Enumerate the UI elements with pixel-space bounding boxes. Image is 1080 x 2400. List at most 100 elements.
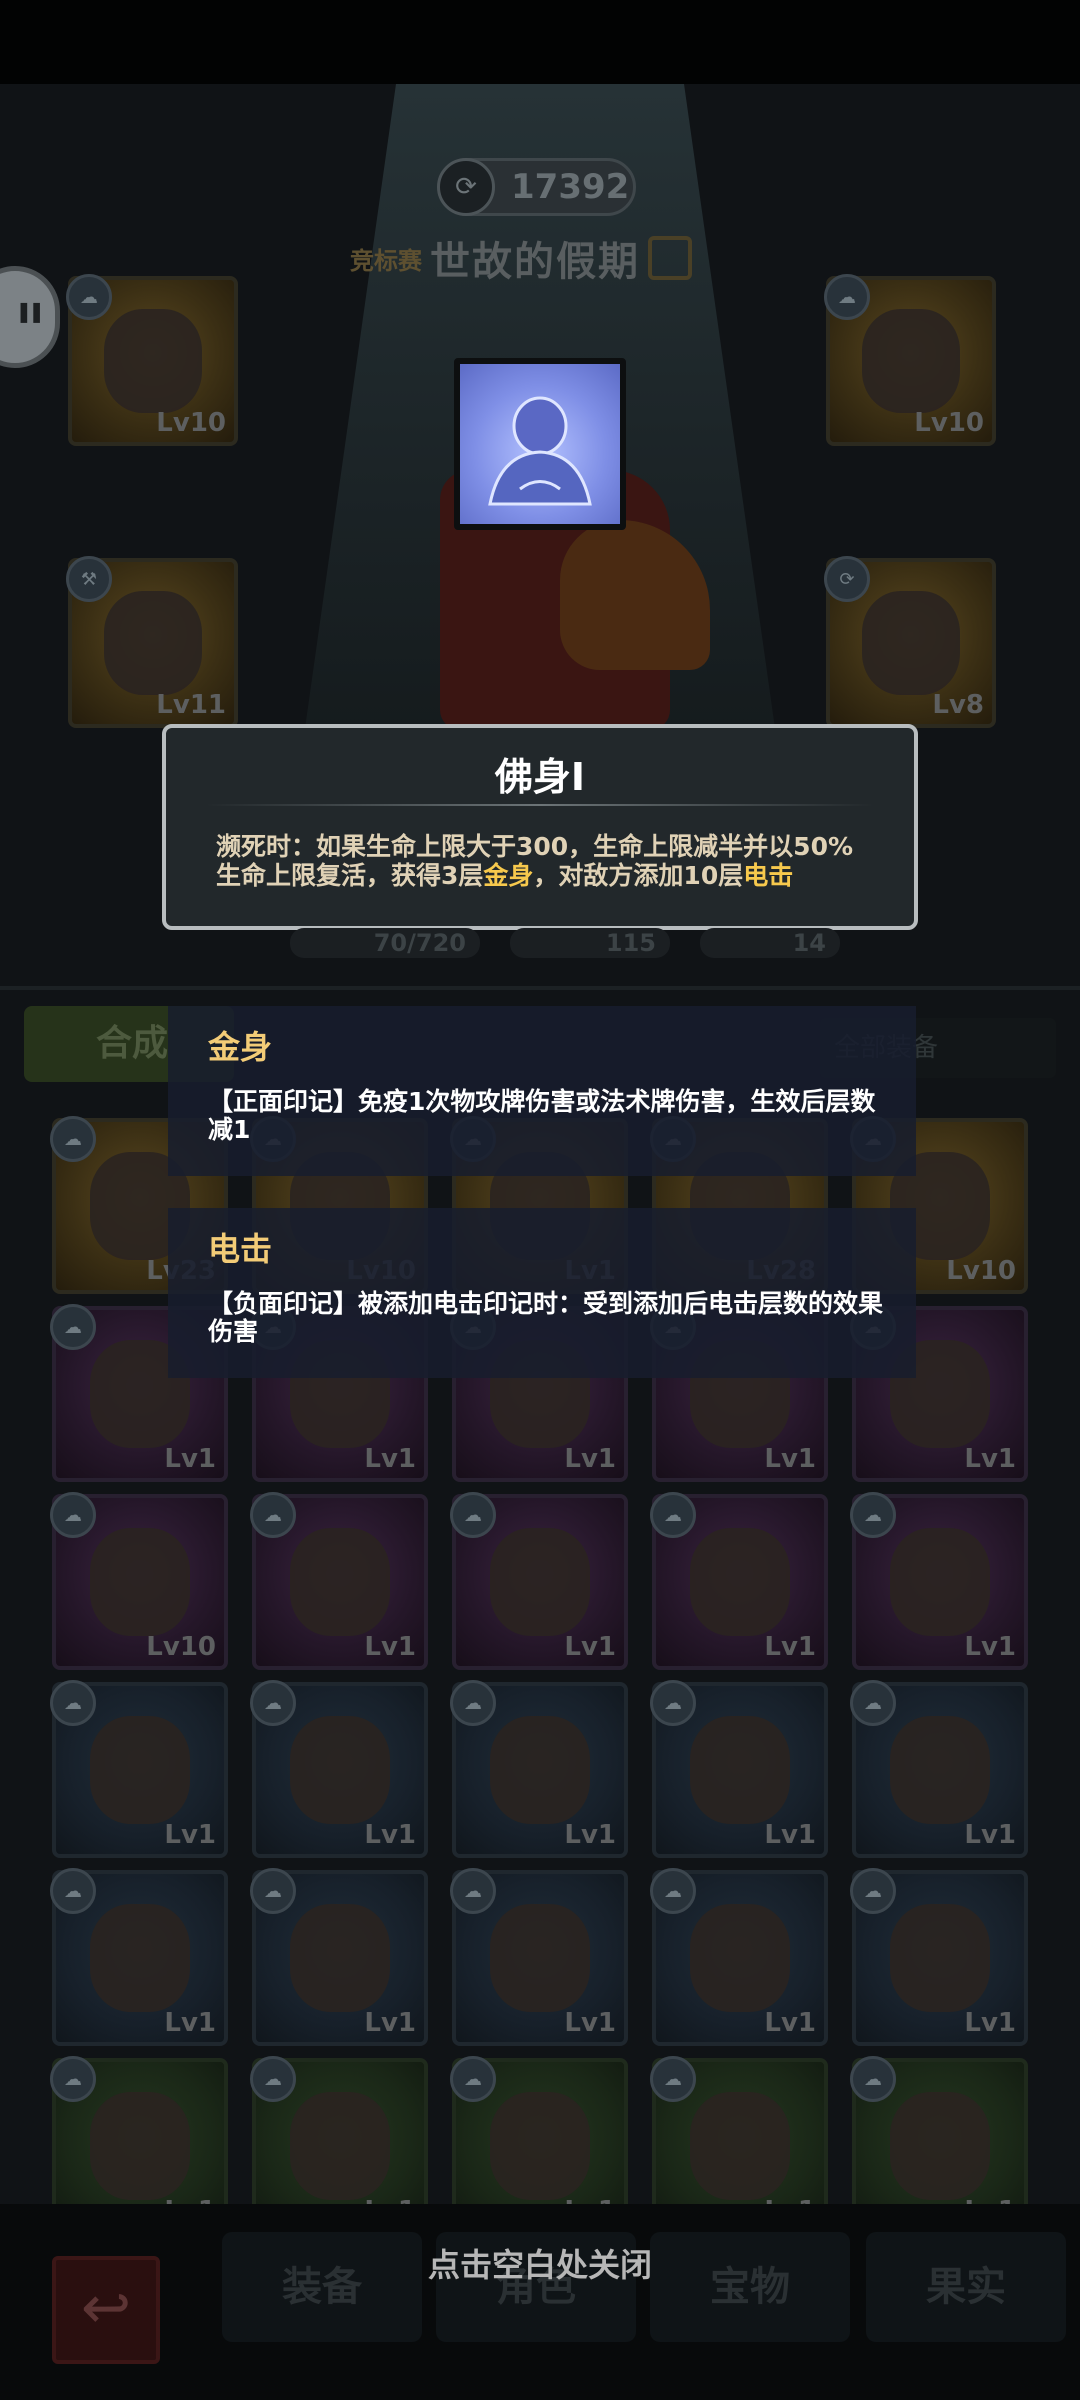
inventory-item[interactable]: ☁ Lv1 (250, 1492, 428, 1670)
item-level: Lv10 (146, 1632, 216, 1662)
item-art-icon (489, 2092, 591, 2200)
item-level: Lv1 (564, 1632, 616, 1662)
item-art-icon (889, 2092, 991, 2200)
item-type-icon: ☁ (450, 1680, 496, 1726)
slot-type-icon: ⚒ (66, 556, 112, 602)
keyword-card-title: 金身 (208, 1028, 273, 1066)
inventory-item[interactable]: ☁ Lv10 (50, 1492, 228, 1670)
necklace-item-icon (862, 591, 960, 695)
item-art-icon (289, 1716, 391, 1824)
section-divider (0, 986, 1080, 990)
item-type-icon: ☁ (650, 1492, 696, 1538)
skill-description: 濒死时：如果生命上限大于300，生命上限减半并以50%生命上限复活，获得3层金身… (216, 832, 874, 890)
item-art-icon (489, 1528, 591, 1636)
item-level: Lv1 (364, 1444, 416, 1474)
inventory-item[interactable]: ☁ Lv1 (450, 1868, 628, 2046)
item-art-icon (289, 2092, 391, 2200)
close-hint-text[interactable]: 点击空白处关闭 (0, 2240, 1080, 2286)
item-level: Lv1 (964, 1820, 1016, 1850)
keyword-card-title: 电击 (208, 1230, 273, 1268)
item-art-icon (689, 1716, 791, 1824)
item-art-icon (689, 1904, 791, 2012)
skill-tooltip: 佛身I 濒死时：如果生命上限大于300，生命上限减半并以50%生命上限复活，获得… (162, 724, 918, 930)
shield-stat: 14 (700, 928, 840, 958)
item-art-icon (89, 2092, 191, 2200)
item-level: Lv1 (764, 2008, 816, 2038)
item-art-icon (89, 1716, 191, 1824)
item-level: Lv1 (564, 2008, 616, 2038)
item-type-icon: ☁ (450, 1868, 496, 1914)
item-level: Lv1 (364, 1820, 416, 1850)
keyword-card-text: 【正面印记】免疫1次物攻牌伤害或法术牌伤害，生效后层数减1 (208, 1087, 876, 1144)
skill-desc-text-2: ，对敌方添加10层 (533, 861, 744, 890)
tooltip-divider (206, 804, 874, 806)
item-type-icon: ☁ (50, 1868, 96, 1914)
inventory-item[interactable]: ☁ Lv1 (450, 1492, 628, 1670)
slot-level: Lv10 (156, 408, 226, 438)
edit-name-icon[interactable] (648, 236, 692, 280)
item-art-icon (89, 1904, 191, 2012)
inventory-item[interactable]: ☁ Lv1 (850, 1868, 1028, 2046)
hp-stat: 70/720 (290, 928, 480, 958)
item-type-icon: ☁ (250, 2056, 296, 2102)
keyword-card-electric-shock: 电击 【负面印记】被添加电击印记时：受到添加后电击层数的效果伤害 (168, 1208, 916, 1378)
item-type-icon: ☁ (650, 1680, 696, 1726)
item-type-icon: ☁ (850, 1492, 896, 1538)
equip-slot-weapon[interactable]: ⚒ Lv11 (66, 556, 238, 728)
item-type-icon: ☁ (50, 1116, 96, 1162)
inventory-item[interactable]: ☁ Lv1 (50, 1868, 228, 2046)
item-art-icon (89, 1528, 191, 1636)
item-type-icon: ☁ (850, 2056, 896, 2102)
item-level: Lv1 (764, 1820, 816, 1850)
item-level: Lv1 (964, 1444, 1016, 1474)
power-icon: ⟳ (437, 158, 495, 216)
equip-slot-mask[interactable]: ☁ Lv10 (824, 274, 996, 446)
item-level: Lv1 (364, 2008, 416, 2038)
equip-slot-head[interactable]: ☁ Lv10 (66, 274, 238, 446)
keyword-electric-shock: 电击 (743, 861, 794, 890)
inventory-item[interactable]: ☁ Lv1 (650, 1680, 828, 1858)
item-type-icon: ☁ (50, 1492, 96, 1538)
inventory-item[interactable]: ☁ Lv1 (250, 1868, 428, 2046)
keyword-card-text: 【负面印记】被添加电击印记时：受到添加后电击层数的效果伤害 (208, 1289, 884, 1346)
item-art-icon (889, 1528, 991, 1636)
crown-item-icon (104, 309, 202, 413)
inventory-item[interactable]: ☁ Lv1 (450, 1680, 628, 1858)
inventory-item[interactable]: ☁ Lv1 (250, 1680, 428, 1858)
skill-title: 佛身I (494, 755, 586, 799)
inventory-item[interactable]: ☁ Lv1 (850, 1680, 1028, 1858)
mask-item-icon (862, 309, 960, 413)
item-level: Lv10 (946, 1256, 1016, 1286)
item-type-icon: ☁ (50, 1680, 96, 1726)
weapon-item-icon (104, 591, 202, 695)
item-level: Lv1 (364, 1632, 416, 1662)
item-level: Lv1 (964, 2008, 1016, 2038)
item-type-icon: ☁ (50, 1304, 96, 1350)
slot-level: Lv8 (932, 690, 984, 720)
player-name: 世故的假期 (430, 239, 640, 285)
rank-tag: 竞标赛 (350, 246, 422, 275)
equip-slot-necklace[interactable]: ⟳ Lv8 (824, 556, 996, 728)
item-type-icon: ☁ (450, 1492, 496, 1538)
inventory-item[interactable]: ☁ Lv1 (650, 1868, 828, 2046)
item-type-icon: ☁ (250, 1492, 296, 1538)
item-art-icon (689, 2092, 791, 2200)
slot-level: Lv10 (914, 408, 984, 438)
item-type-icon: ☁ (650, 2056, 696, 2102)
inventory-item[interactable]: ☁ Lv1 (50, 1680, 228, 1858)
item-level: Lv1 (764, 1444, 816, 1474)
item-level: Lv1 (164, 2008, 216, 2038)
inventory-item[interactable]: ☁ Lv1 (850, 1492, 1028, 1670)
item-level: Lv1 (164, 1444, 216, 1474)
power-value: 17392 (511, 167, 630, 207)
item-type-icon: ☁ (850, 1868, 896, 1914)
item-level: Lv1 (564, 1444, 616, 1474)
item-level: Lv1 (764, 1632, 816, 1662)
status-bar-area (0, 0, 1080, 84)
keyword-card-golden-body: 金身 【正面印记】免疫1次物攻牌伤害或法术牌伤害，生效后层数减1 (168, 1006, 916, 1176)
inventory-item[interactable]: ☁ Lv1 (650, 1492, 828, 1670)
item-type-icon: ☁ (50, 2056, 96, 2102)
item-type-icon: ☁ (450, 2056, 496, 2102)
item-type-icon: ☁ (250, 1680, 296, 1726)
power-display: ⟳ 17392 (437, 158, 636, 216)
